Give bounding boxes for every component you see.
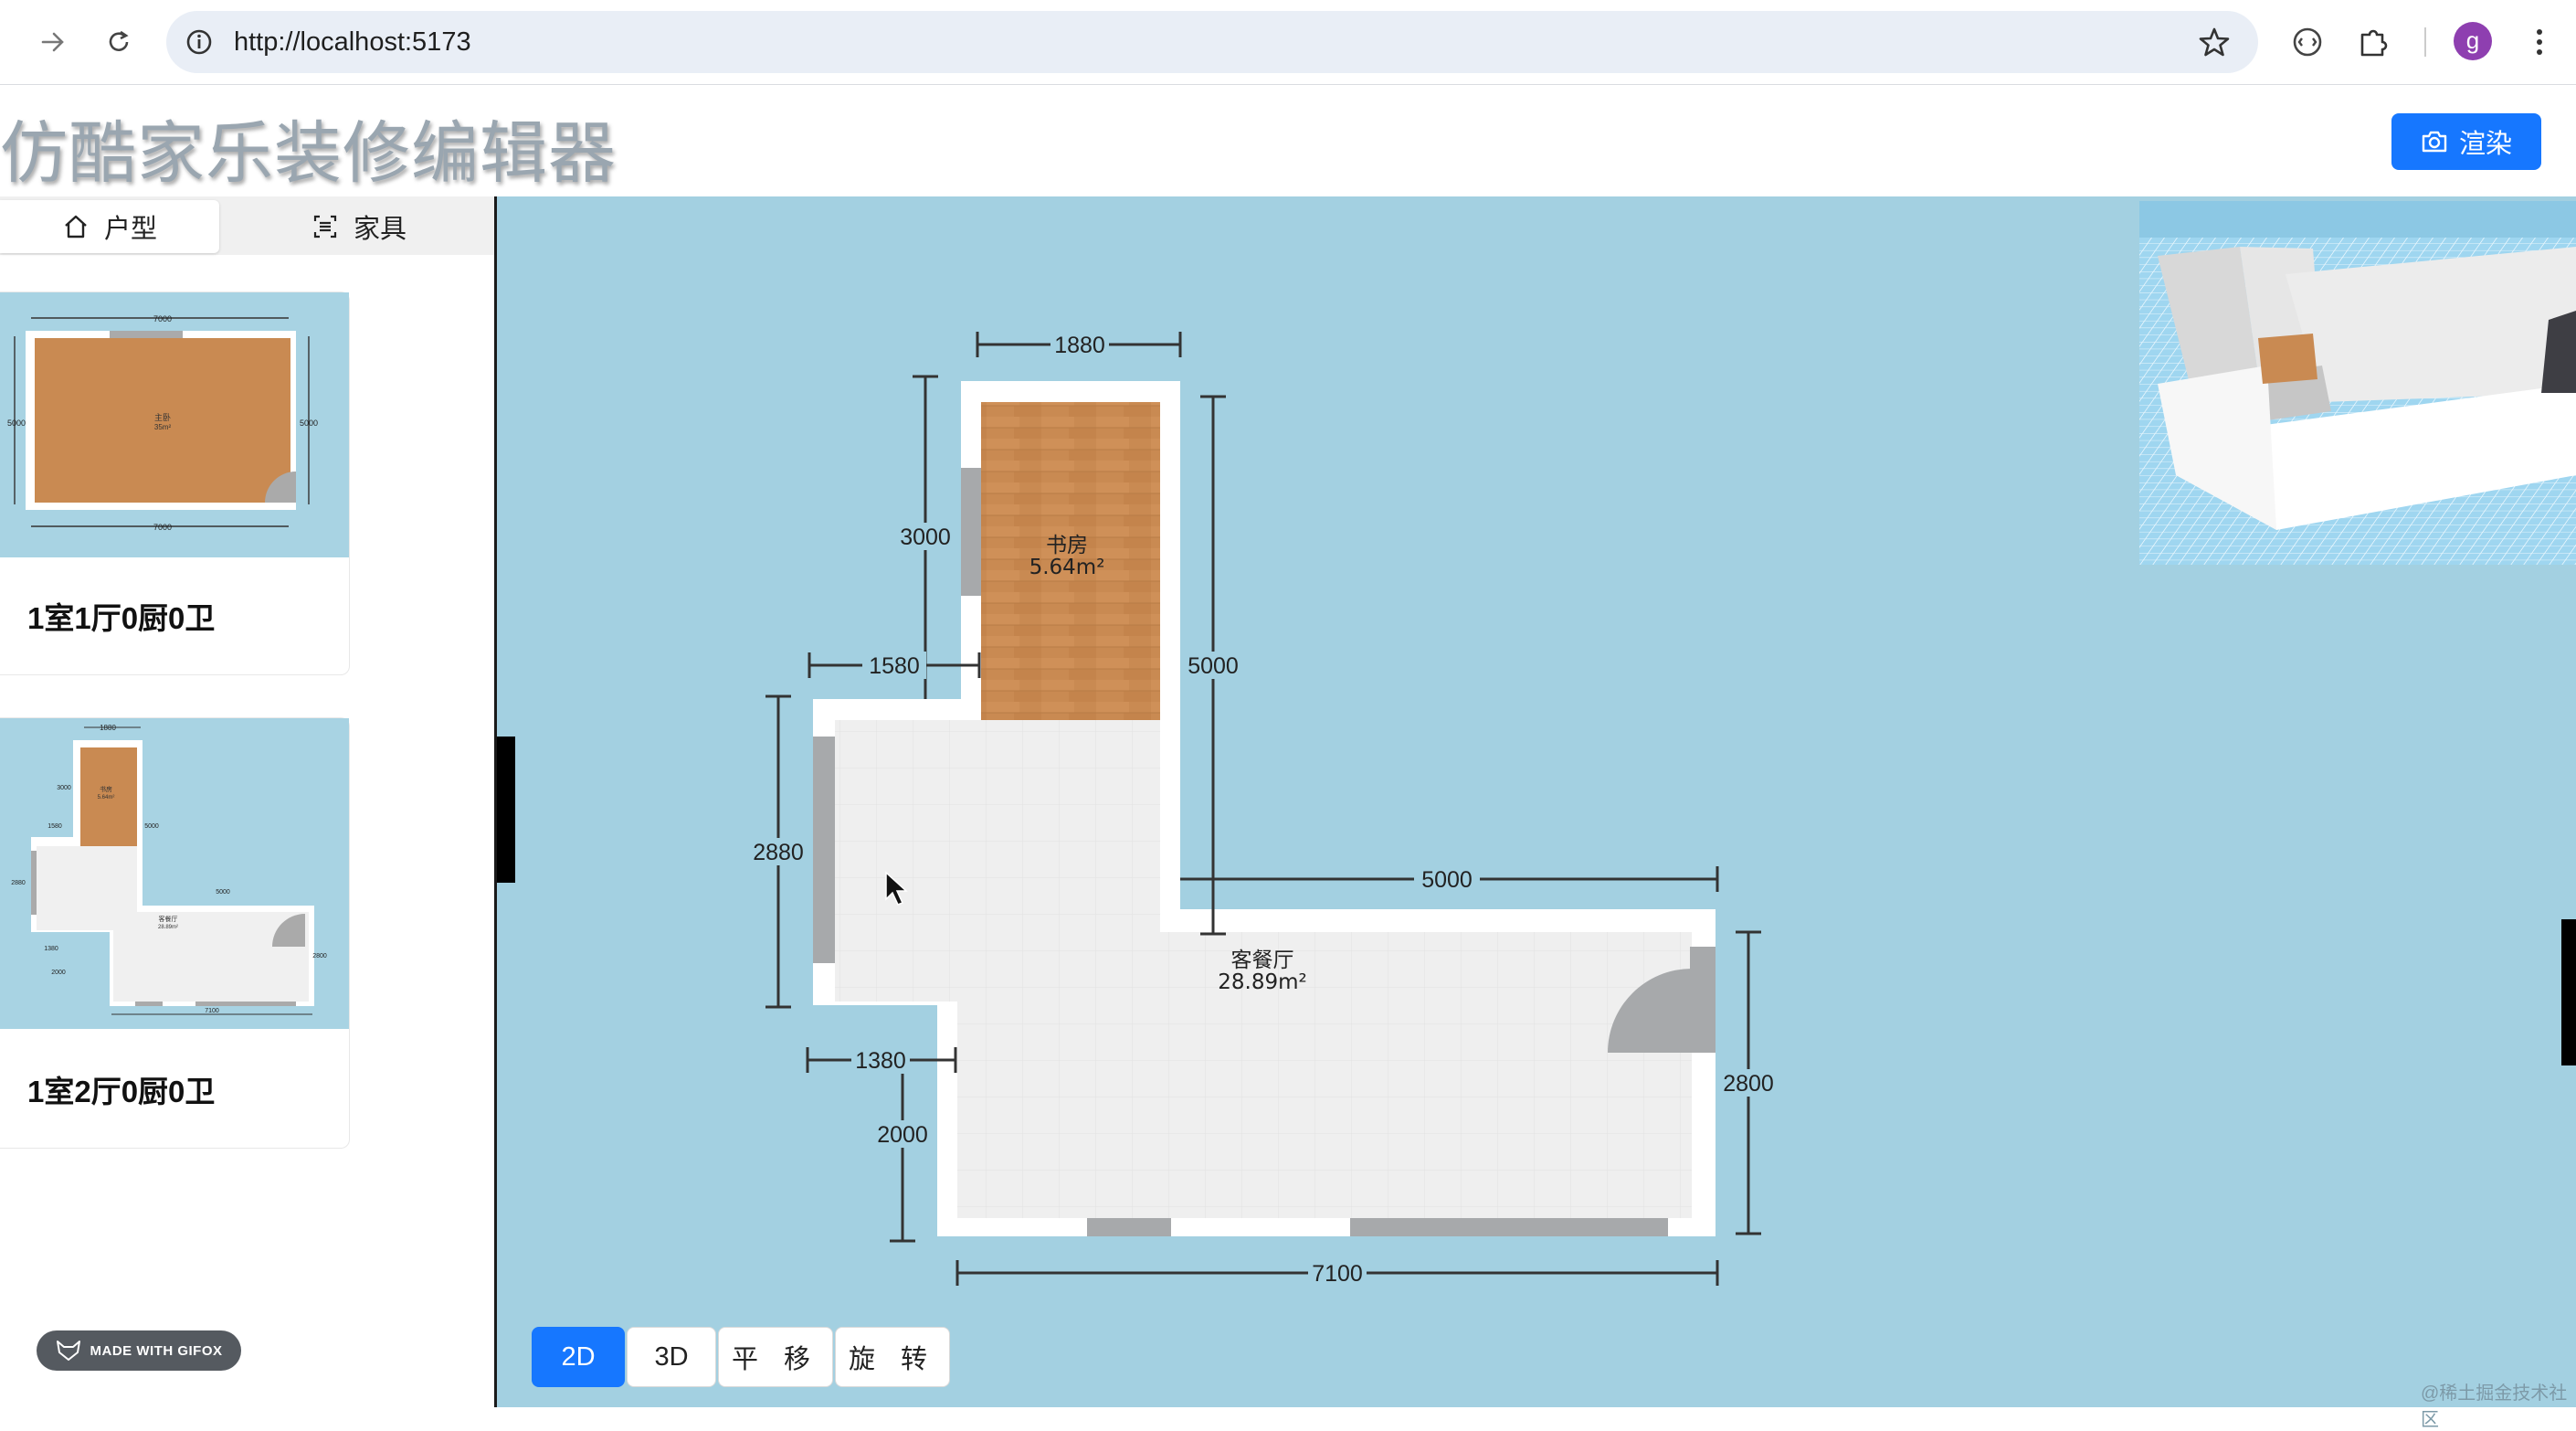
dim-south-step: 1380: [855, 1048, 906, 1074]
scan-icon: [313, 215, 337, 238]
browser-toolbar: http://localhost:5173 g: [0, 0, 2576, 85]
dim-step-left: 1580: [869, 653, 920, 679]
dim-study-right: 5000: [1188, 653, 1239, 679]
thumb2-dim-5: 5000: [216, 889, 230, 896]
address-bar[interactable]: http://localhost:5173: [166, 11, 2258, 73]
gifox-badge: MADE WITH GIFOX: [37, 1330, 241, 1371]
render-label: 渲染: [2458, 130, 2512, 159]
floorplan-card-2[interactable]: 1880 3000 5000 1580 2880 5000 1380 2000 …: [0, 717, 350, 1149]
thumb-room: 主卧: [154, 412, 171, 422]
thumb-dim-left: 5000: [7, 419, 26, 428]
mode-3d-button[interactable]: 3D: [627, 1327, 716, 1387]
preview-resize-handle[interactable]: [2561, 919, 2576, 1065]
thumb2-area-1: 5.64m²: [98, 795, 115, 800]
watermark: @稀土掘金技术社区: [2421, 1383, 2568, 1430]
room-area-study: 5.64m²: [1029, 556, 1105, 579]
tab-floorplan[interactable]: 户型: [0, 200, 219, 253]
sidebar: 户型 家具 7000 7000 5000 5000 主卧 35m² 1室1厅0厨…: [0, 196, 497, 1407]
tab-floorplan-label: 户型: [103, 215, 157, 244]
forward-arrow-icon[interactable]: [31, 20, 75, 64]
page-title: 仿酷家乐装修编辑器: [0, 114, 617, 193]
dim-study-left: 3000: [900, 525, 951, 550]
kebab-menu-icon[interactable]: [2518, 20, 2561, 64]
dim-study-width: 1880: [1054, 333, 1105, 358]
floorplan-thumbnail-2: 1880 3000 5000 1580 2880 5000 1380 2000 …: [0, 718, 349, 1029]
room-area-living: 28.89m²: [1218, 970, 1306, 994]
fox-logo-icon: [56, 1341, 80, 1361]
site-info-icon[interactable]: [185, 27, 214, 57]
thumb2-dim-8: 2800: [312, 953, 327, 959]
thumb2-dim-bottom: 7100: [205, 1008, 219, 1014]
thumb2-area-2: 28.89m²: [158, 925, 178, 930]
thumb-dim-right: 5000: [300, 419, 318, 428]
thumb2-dim-2: 5000: [144, 823, 159, 830]
sidebar-tabs: 户型 家具: [0, 196, 494, 255]
sidebar-resize-handle[interactable]: [497, 737, 515, 883]
floorplan-card-1[interactable]: 7000 7000 5000 5000 主卧 35m² 1室1厅0厨0卫: [0, 292, 350, 675]
reload-icon[interactable]: [97, 20, 141, 64]
mode-rotate-button[interactable]: 旋 转: [835, 1327, 950, 1387]
dim-west-wall: 2880: [753, 840, 804, 865]
dim-east-top: 5000: [1421, 867, 1473, 893]
tab-furniture[interactable]: 家具: [224, 200, 494, 253]
toolbar-divider: [2424, 27, 2426, 57]
room-name-study: 书房: [1046, 534, 1088, 557]
tab-furniture-label: 家具: [353, 215, 406, 244]
mode-pan-button[interactable]: 平 移: [718, 1327, 833, 1387]
dim-east-wall: 2800: [1723, 1071, 1774, 1097]
thumb2-dim-4: 2880: [11, 880, 26, 886]
floorplan-card-1-label: 1室1厅0厨0卫: [27, 601, 216, 635]
thumb2-dim-6: 1380: [44, 946, 58, 952]
thumb2-room-2: 客餐厅: [159, 915, 178, 923]
thumb-dim-top: 7000: [153, 314, 172, 323]
floorplan-card-2-label: 1室2厅0厨0卫: [27, 1075, 216, 1108]
room-name-living: 客餐厅: [1231, 949, 1294, 972]
mode-2d-button[interactable]: 2D: [532, 1327, 625, 1387]
bookmark-star-icon[interactable]: [2198, 26, 2231, 58]
preview-3d[interactable]: [2139, 201, 2576, 565]
dim-south-left: 2000: [877, 1122, 928, 1148]
extension-icon[interactable]: [2286, 20, 2329, 64]
render-button[interactable]: 渲染: [2391, 113, 2541, 170]
thumb-dim-bottom: 7000: [153, 523, 172, 532]
thumb-area: 35m²: [154, 423, 172, 431]
gifox-text: MADE WITH GIFOX: [90, 1342, 223, 1359]
thumb2-dim-3: 1580: [48, 823, 62, 830]
avatar[interactable]: g: [2454, 22, 2492, 60]
thumb2-dim-1: 3000: [57, 785, 71, 791]
thumb2-dim-7: 2000: [51, 970, 66, 976]
thumb2-room-1: 书房: [100, 785, 112, 793]
home-icon: [65, 215, 87, 238]
camera-icon: [2422, 131, 2447, 153]
dim-bottom: 7100: [1312, 1261, 1363, 1287]
floorplan-thumbnail-1: 7000 7000 5000 5000 主卧 35m²: [0, 292, 349, 557]
puzzle-extension-icon[interactable]: [2351, 20, 2395, 64]
url-text[interactable]: http://localhost:5173: [234, 11, 471, 73]
